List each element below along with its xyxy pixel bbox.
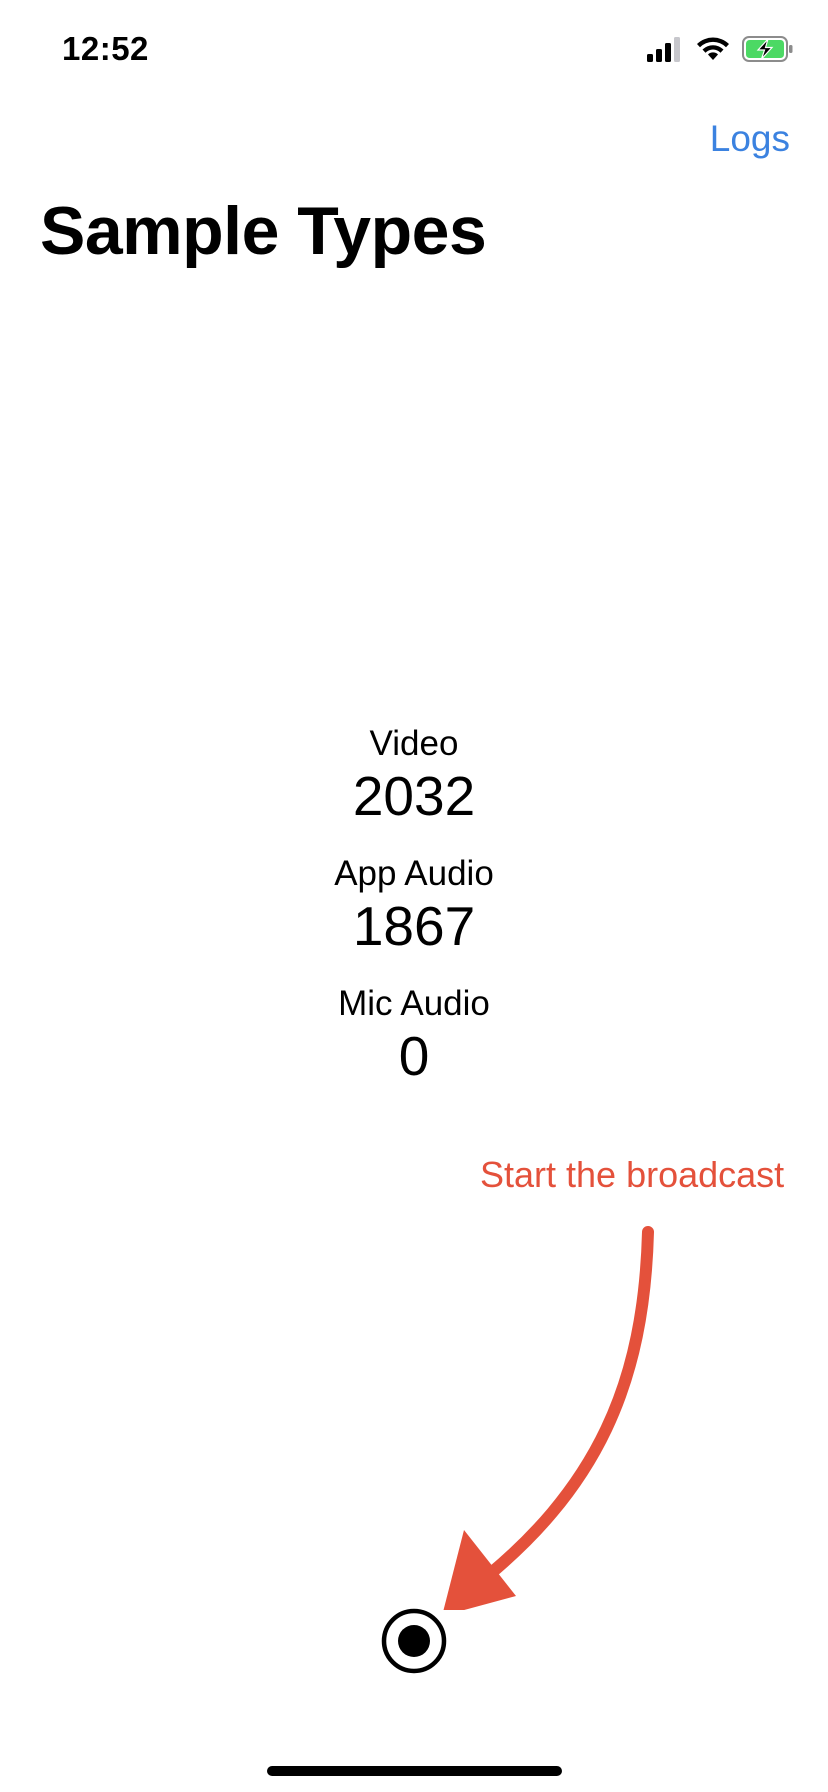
stat-label: App Audio (334, 854, 494, 893)
cellular-signal-icon (646, 36, 684, 67)
battery-charging-icon (742, 36, 794, 67)
stat-value: 0 (398, 1025, 430, 1087)
stat-value: 1867 (352, 895, 476, 957)
annotation-text: Start the broadcast (480, 1154, 785, 1195)
page-title: Sample Types (40, 193, 487, 269)
status-icons (646, 36, 794, 67)
record-broadcast-button[interactable] (381, 1608, 447, 1674)
status-time: 12:52 (62, 30, 149, 67)
stat-value: 2032 (352, 765, 476, 827)
stat-mic-audio: Mic Audio 0 (0, 983, 828, 1087)
stat-label: Mic Audio (338, 984, 490, 1023)
sample-stats: Video 2032 App Audio 1867 Mic Audio 0 (0, 723, 828, 1113)
home-indicator[interactable] (267, 1766, 562, 1776)
status-bar: 12:52 (0, 0, 828, 100)
annotation-arrow-icon (443, 1226, 654, 1610)
stat-video: Video 2032 (0, 723, 828, 827)
stat-label: Video (369, 724, 459, 763)
logs-button[interactable]: Logs (710, 118, 790, 160)
stat-app-audio: App Audio 1867 (0, 853, 828, 957)
record-icon (381, 1608, 447, 1674)
wifi-icon (696, 36, 730, 67)
